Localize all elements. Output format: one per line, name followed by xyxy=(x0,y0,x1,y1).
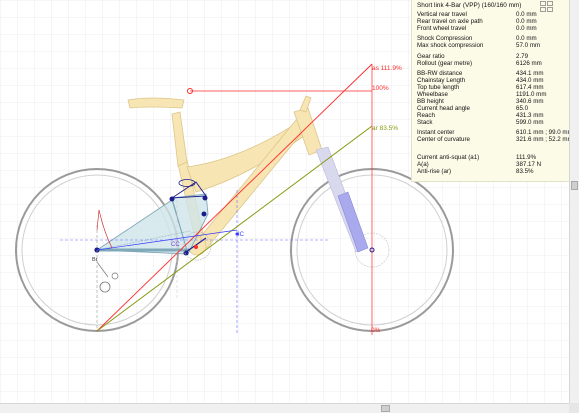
vertical-scrollbar[interactable] xyxy=(569,0,579,403)
row-max-shock-compression: Max shock compression 57.0 mm xyxy=(417,42,541,49)
label-100-percent: 100% xyxy=(372,85,389,92)
row-center-of-curvature: Center of curvature 321.6 mm ; 52.2 mm xyxy=(417,136,573,143)
horizontal-scroll-thumb[interactable] xyxy=(381,405,390,412)
row-rollout: Rollout (gear metre) 6126 mm xyxy=(417,60,542,67)
scroll-corner xyxy=(569,403,579,413)
panel-title: Short link 4-Bar (VPP) (160/160 mm) xyxy=(417,2,522,9)
label-anti-squat: as 111.9% xyxy=(372,65,402,72)
label-br: Br xyxy=(92,257,98,263)
label-zero-percent: 0% xyxy=(371,327,381,334)
row-stack: Stack 599.0 mm xyxy=(417,119,544,126)
label-anti-rise: ar 83.5% xyxy=(372,125,398,132)
label-instant-center: IC xyxy=(238,232,245,238)
horizontal-scrollbar[interactable] xyxy=(0,403,569,413)
vertical-scroll-thumb[interactable] xyxy=(571,181,578,190)
label-center-of-curvature: CC xyxy=(171,242,180,248)
row-front-wheel-travel: Front wheel travel 0.0 mm xyxy=(417,25,537,32)
panel-toggle-icon[interactable] xyxy=(540,1,556,13)
row-anti-rise: Anti-rise (ar) 83.5% xyxy=(417,168,534,175)
geometry-info-panel: Short link 4-Bar (VPP) (160/160 mm) Vert… xyxy=(411,0,573,182)
